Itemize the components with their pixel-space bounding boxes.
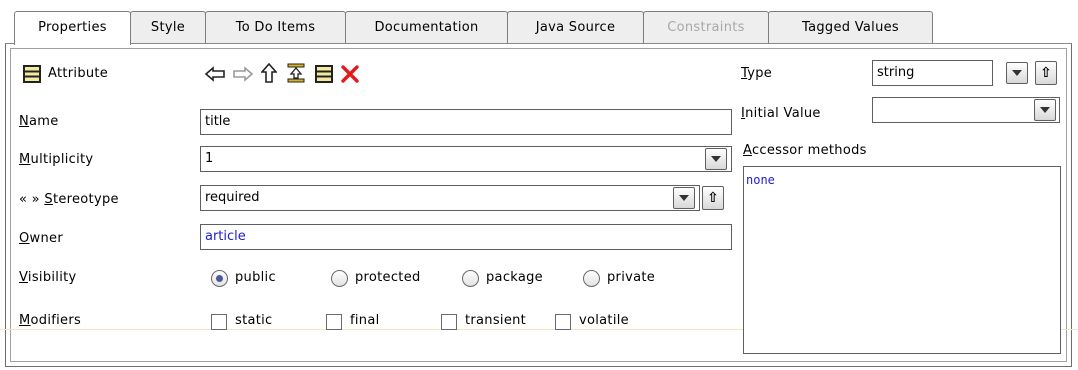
- type-navigate-button[interactable]: ⇧: [1035, 61, 1057, 85]
- stereotype-dropdown-button[interactable]: [673, 187, 695, 209]
- name-label-text: ame: [29, 114, 59, 129]
- multiplicity-dropdown-button[interactable]: [705, 148, 727, 170]
- tab-properties[interactable]: Properties: [14, 11, 131, 45]
- stereotype-label-prefix: « »: [19, 192, 40, 207]
- stereotype-label: « » Stereotype: [19, 192, 119, 207]
- tab-tagged-values[interactable]: Tagged Values: [768, 11, 933, 44]
- stereotype-label-mnemonic: S: [44, 192, 53, 207]
- new-attribute-icon[interactable]: [314, 64, 334, 84]
- multiplicity-value: 1: [205, 151, 214, 166]
- tab-java-source[interactable]: Java Source: [507, 11, 644, 44]
- navigate-forward-icon[interactable]: [232, 64, 254, 84]
- name-field[interactable]: title: [200, 109, 732, 135]
- owner-label: Owner: [19, 231, 63, 246]
- modifier-final-checkbox[interactable]: [326, 314, 342, 330]
- modifier-volatile-checkbox[interactable]: [555, 314, 571, 330]
- type-value: string: [877, 65, 915, 80]
- initial-value-label: Initial Value: [741, 106, 821, 121]
- owner-label-mnemonic: O: [19, 231, 30, 246]
- visibility-label-text: isibility: [27, 270, 77, 285]
- new-stereotype-icon[interactable]: [286, 63, 306, 83]
- initial-value-dropdown-button[interactable]: [1034, 99, 1056, 121]
- name-label: Name: [19, 114, 59, 129]
- visibility-package-label: package: [486, 270, 543, 285]
- stereotype-select[interactable]: required: [200, 185, 700, 211]
- modifiers-label-mnemonic: M: [19, 313, 31, 328]
- visibility-label-mnemonic: V: [19, 270, 28, 285]
- visibility-private-label: private: [607, 270, 656, 285]
- accessor-methods-label-text: ccessor methods: [751, 143, 867, 158]
- chevron-down-icon: [1040, 107, 1050, 113]
- tab-style[interactable]: Style: [130, 11, 206, 44]
- owner-label-text: wner: [29, 231, 63, 246]
- navigate-back-icon[interactable]: [204, 64, 226, 84]
- multiplicity-label-text: ultiplicity: [30, 152, 94, 167]
- delete-icon[interactable]: [340, 64, 360, 84]
- accessor-methods-label: Accessor methods: [743, 143, 867, 158]
- initial-value-select[interactable]: [872, 97, 1060, 123]
- navigate-up-icon: ⇧: [1040, 65, 1052, 81]
- multiplicity-label-mnemonic: M: [19, 152, 31, 167]
- visibility-private-radio[interactable]: [583, 270, 600, 287]
- type-label: Type: [741, 66, 772, 81]
- stereotype-navigate-button[interactable]: ⇧: [702, 186, 724, 210]
- type-select[interactable]: string: [872, 60, 993, 86]
- modifiers-label: Modifiers: [19, 313, 81, 328]
- type-label-text: ype: [747, 66, 773, 81]
- visibility-label: Visibility: [19, 270, 77, 285]
- chevron-down-icon: [711, 156, 721, 162]
- panel-title: Attribute: [48, 66, 109, 81]
- accessor-methods-value: none: [746, 173, 775, 187]
- navigate-up-icon: ⇧: [707, 190, 719, 206]
- attribute-icon: [22, 64, 42, 84]
- accessor-methods-list[interactable]: none: [743, 166, 1061, 354]
- name-label-mnemonic: N: [19, 114, 30, 129]
- owner-link-field[interactable]: article: [200, 224, 732, 250]
- tab-documentation[interactable]: Documentation: [345, 11, 508, 44]
- chevron-down-icon: [1012, 70, 1022, 76]
- initial-value-label-text: nitial Value: [745, 106, 821, 121]
- visibility-public-radio[interactable]: [211, 270, 228, 287]
- modifier-static-checkbox[interactable]: [211, 314, 227, 330]
- visibility-public-label: public: [235, 270, 276, 285]
- visibility-protected-label: protected: [355, 270, 421, 285]
- modifier-transient-label: transient: [465, 313, 527, 328]
- stereotype-label-text: tereotype: [52, 192, 119, 207]
- tab-to-do-items[interactable]: To Do Items: [205, 11, 346, 44]
- modifier-final-label: final: [350, 313, 380, 328]
- navigate-up-icon[interactable]: [260, 63, 278, 83]
- multiplicity-label: Multiplicity: [19, 152, 93, 167]
- type-dropdown-button[interactable]: [1006, 62, 1028, 84]
- multiplicity-select[interactable]: 1: [200, 146, 732, 172]
- accessor-methods-label-mnemonic: A: [743, 143, 752, 158]
- modifier-transient-checkbox[interactable]: [441, 314, 457, 330]
- stereotype-value: required: [205, 190, 260, 205]
- chevron-down-icon: [679, 195, 689, 201]
- modifiers-label-text: odifiers: [30, 313, 82, 328]
- visibility-package-radio[interactable]: [462, 270, 479, 287]
- tab-constraints: Constraints: [643, 11, 769, 44]
- modifier-static-label: static: [235, 313, 273, 328]
- visibility-protected-radio[interactable]: [331, 270, 348, 287]
- modifier-volatile-label: volatile: [579, 313, 629, 328]
